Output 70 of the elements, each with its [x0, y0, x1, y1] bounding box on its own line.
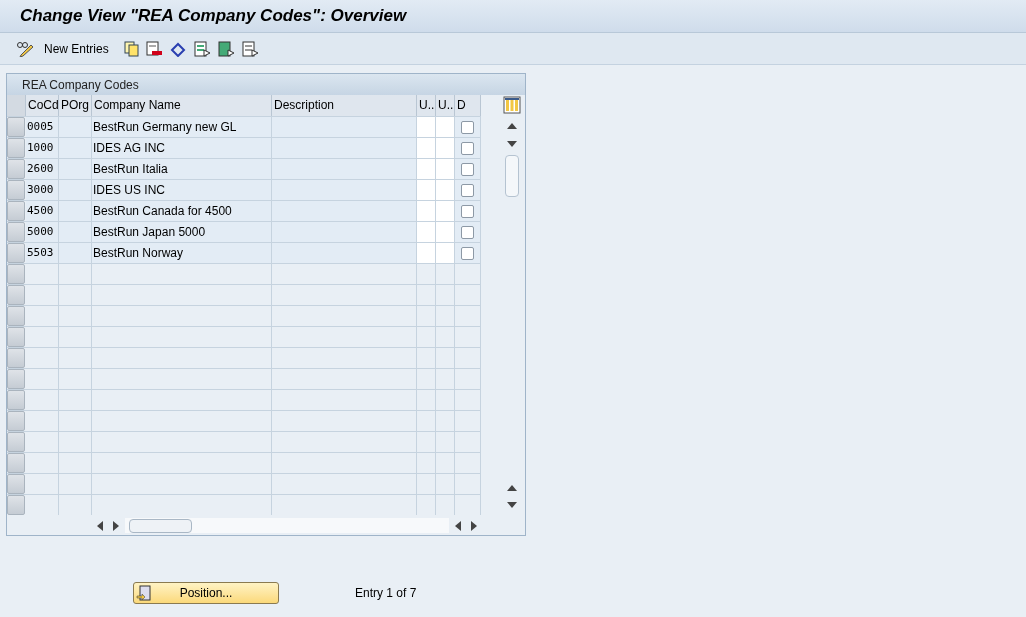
scroll-down-icon[interactable]: [507, 502, 517, 508]
checkbox[interactable]: [461, 141, 474, 155]
copy-icon[interactable]: [122, 40, 139, 57]
table-cell: 3000: [26, 180, 59, 200]
row-selector[interactable]: [7, 306, 25, 326]
row-selector[interactable]: [7, 285, 25, 305]
row-selector[interactable]: [7, 348, 25, 368]
table-cell: BestRun Italia: [92, 159, 272, 179]
checkbox[interactable]: [461, 204, 474, 218]
table-cell: 2600: [26, 159, 59, 179]
row-selector[interactable]: [7, 327, 25, 347]
checkbox[interactable]: [461, 162, 474, 176]
select-block-icon[interactable]: [216, 40, 235, 57]
table-cell: BestRun Germany new GL: [92, 117, 272, 137]
row-selector[interactable]: [7, 264, 25, 284]
row-selector[interactable]: [7, 159, 25, 179]
table-cell: BestRun Norway: [92, 243, 272, 263]
checkbox[interactable]: [461, 225, 474, 239]
new-entries-button[interactable]: New Entries: [40, 39, 113, 58]
scroll-left-icon[interactable]: [455, 520, 461, 531]
scroll-left-icon[interactable]: [97, 520, 103, 531]
scroll-up-icon[interactable]: [507, 485, 517, 491]
table-cell: IDES US INC: [92, 180, 272, 200]
entry-counter: Entry 1 of 7: [355, 585, 417, 602]
delete-icon[interactable]: [144, 40, 163, 57]
table-cell: 1000: [26, 138, 59, 158]
table-cell: IDES AG INC: [92, 138, 272, 158]
row-selector[interactable]: [7, 180, 25, 200]
table-cell: BestRun Japan 5000: [92, 222, 272, 242]
column-header[interactable]: D: [455, 95, 481, 116]
checkbox[interactable]: [461, 120, 474, 134]
column-header[interactable]: Description: [272, 95, 417, 116]
checkbox[interactable]: [461, 246, 474, 260]
row-selector[interactable]: [7, 390, 25, 410]
row-selector[interactable]: [7, 138, 25, 158]
scroll-right-icon[interactable]: [471, 520, 477, 531]
scroll-thumb[interactable]: [129, 518, 192, 533]
table-cell: 0005: [26, 117, 59, 137]
scroll-right-icon[interactable]: [113, 520, 119, 531]
table-title: REA Company Codes: [22, 76, 139, 94]
row-selector[interactable]: [7, 369, 25, 389]
table-cell: 5000: [26, 222, 59, 242]
column-settings-icon[interactable]: [503, 96, 521, 114]
column-header[interactable]: U..: [417, 95, 436, 116]
deselect-all-icon[interactable]: [240, 40, 259, 57]
row-selector[interactable]: [7, 474, 25, 494]
select-all-icon[interactable]: [192, 40, 211, 57]
row-selector[interactable]: [7, 222, 25, 242]
table-cell: BestRun Canada for 4500: [92, 201, 272, 221]
row-selector[interactable]: [7, 411, 25, 431]
scroll-up-icon[interactable]: [507, 123, 517, 129]
position-icon: [136, 585, 152, 601]
row-selector[interactable]: [7, 453, 25, 473]
row-selector[interactable]: [7, 495, 25, 515]
column-header[interactable]: Company Name: [92, 95, 272, 116]
checkbox[interactable]: [461, 183, 474, 197]
row-selector[interactable]: [7, 117, 25, 137]
row-selector[interactable]: [7, 243, 25, 263]
position-button[interactable]: Position...: [133, 582, 279, 604]
scroll-down-icon[interactable]: [507, 141, 517, 147]
row-selector[interactable]: [7, 201, 25, 221]
window-title: Change View "REA Company Codes": Overview: [20, 5, 407, 28]
column-header[interactable]: CoCd: [26, 95, 59, 116]
table-cell: 4500: [26, 201, 59, 221]
table-cell: 5503: [26, 243, 59, 263]
pencil-glasses-icon[interactable]: [16, 40, 34, 57]
row-selector[interactable]: [7, 432, 25, 452]
column-header[interactable]: U..: [436, 95, 455, 116]
scroll-thumb[interactable]: [505, 155, 519, 197]
column-header[interactable]: POrg: [59, 95, 92, 116]
